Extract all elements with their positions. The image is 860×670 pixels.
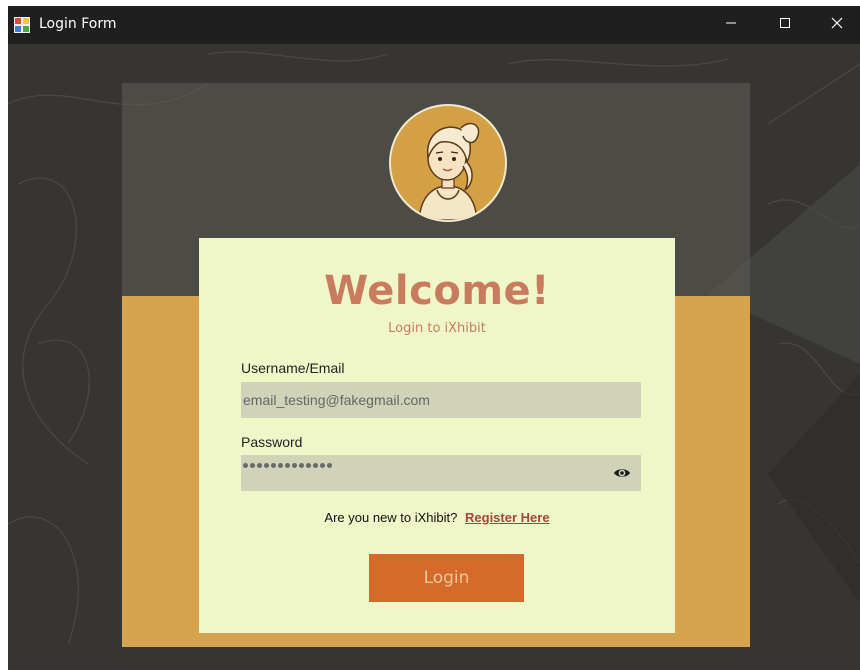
password-label: Password xyxy=(241,434,303,450)
password-mask-dot xyxy=(278,463,283,468)
maximize-button[interactable] xyxy=(762,6,808,44)
password-mask-dot xyxy=(292,463,297,468)
login-form-window: Login Form Welcome! Login to iXhibit Use… xyxy=(8,6,860,670)
password-mask-dot xyxy=(306,463,311,468)
login-card: Welcome! Login to iXhibit Username/Email… xyxy=(199,238,675,633)
welcome-heading: Welcome! xyxy=(324,268,550,314)
password-mask-dot xyxy=(313,463,318,468)
password-mask-dot xyxy=(271,463,276,468)
form-client-area: Welcome! Login to iXhibit Username/Email… xyxy=(8,44,860,670)
password-mask-dot xyxy=(250,463,255,468)
eye-icon[interactable] xyxy=(613,465,631,481)
register-prompt-line: Are you new to iXhibit? Register Here xyxy=(199,510,675,525)
login-subtitle: Login to iXhibit xyxy=(388,321,486,336)
minimize-button[interactable] xyxy=(708,6,754,44)
password-input[interactable] xyxy=(241,455,641,491)
maximize-icon xyxy=(779,16,791,34)
password-mask-dot xyxy=(327,463,332,468)
password-mask xyxy=(243,463,332,468)
username-label: Username/Email xyxy=(241,360,345,376)
login-button[interactable]: Login xyxy=(369,554,524,602)
minimize-icon xyxy=(725,16,737,34)
password-mask-dot xyxy=(299,463,304,468)
user-avatar-icon xyxy=(389,104,507,222)
password-mask-dot xyxy=(243,463,248,468)
app-icon xyxy=(14,17,30,33)
close-icon xyxy=(831,16,843,34)
title-bar[interactable]: Login Form xyxy=(8,6,860,44)
close-button[interactable] xyxy=(814,6,860,44)
register-link[interactable]: Register Here xyxy=(465,510,550,525)
password-mask-dot xyxy=(257,463,262,468)
username-input[interactable] xyxy=(241,382,641,418)
password-mask-dot xyxy=(320,463,325,468)
register-prompt-text: Are you new to iXhibit? xyxy=(324,510,458,525)
password-mask-dot xyxy=(264,463,269,468)
password-mask-dot xyxy=(285,463,290,468)
window-title: Login Form xyxy=(39,16,117,32)
